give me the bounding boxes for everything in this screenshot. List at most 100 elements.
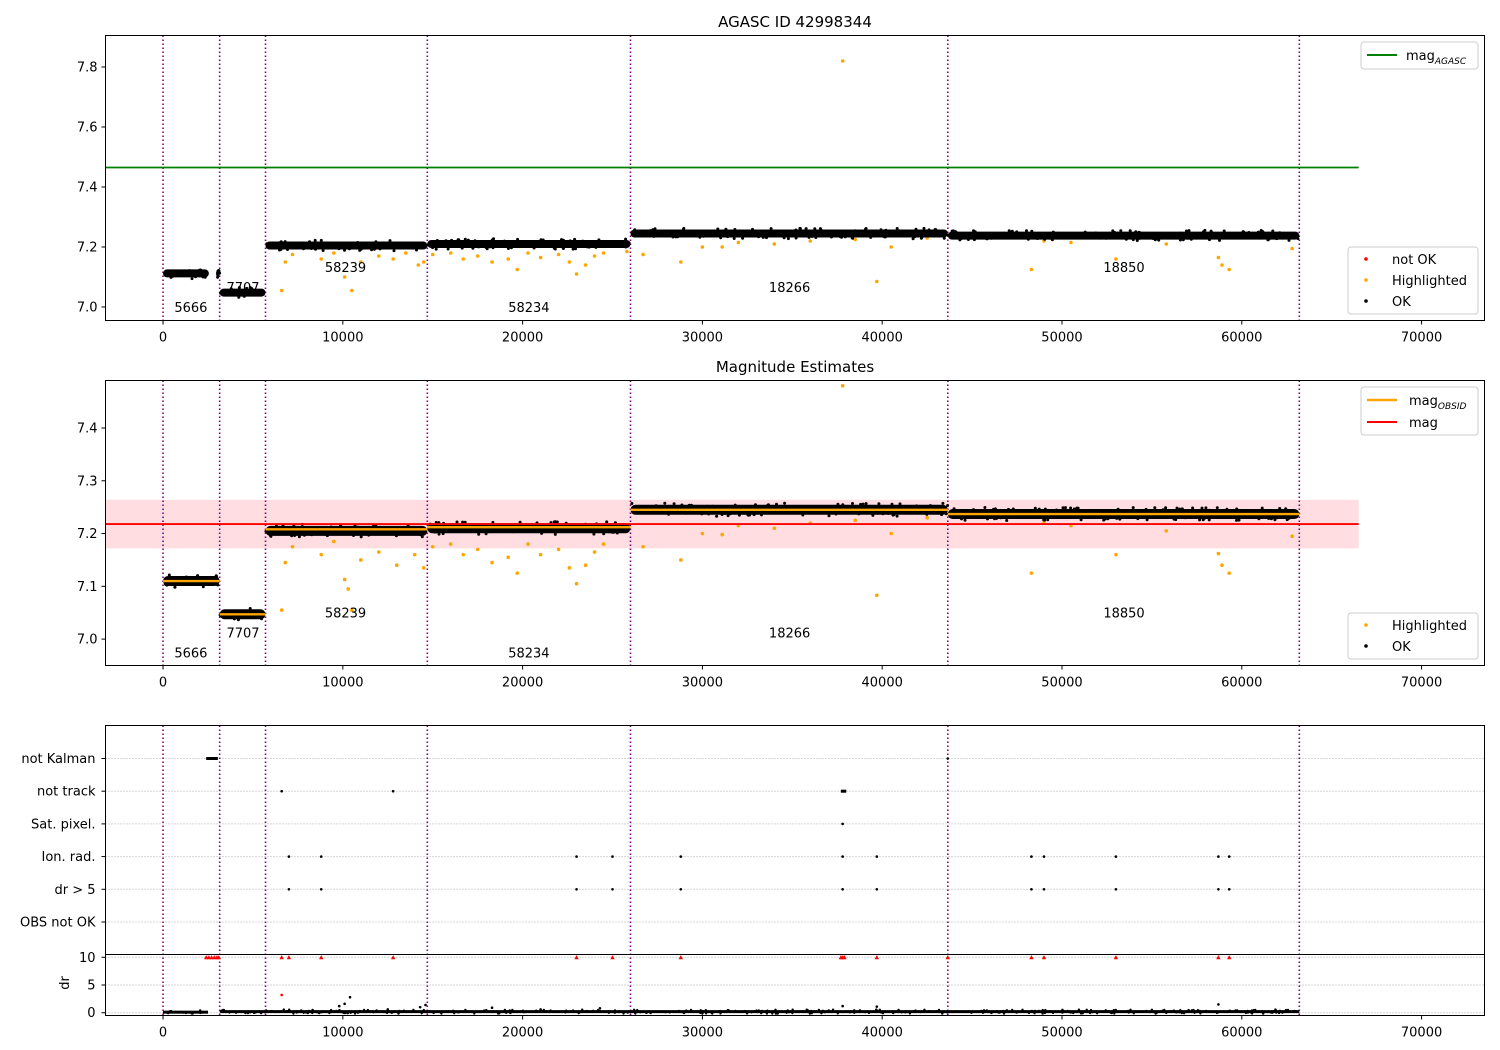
dr-ok-point	[853, 1009, 856, 1012]
ok-point	[719, 236, 723, 240]
dr-ok-point	[1069, 1011, 1072, 1014]
ok-point	[680, 503, 684, 507]
ok-point	[989, 236, 993, 240]
highlighted-point	[1220, 263, 1224, 267]
ok-point	[766, 503, 770, 507]
dr-ok-point	[880, 1011, 883, 1014]
ok-point	[516, 237, 520, 241]
flag-marker	[1030, 855, 1033, 858]
dr-ok-point	[928, 1010, 931, 1013]
highlighted-point	[346, 587, 351, 591]
dr-ok-point	[358, 1009, 361, 1013]
flag-marker	[1114, 888, 1118, 891]
dr-ok-point	[244, 1011, 247, 1015]
dr-ok-point	[222, 1008, 225, 1012]
highlighted-point	[840, 59, 845, 63]
dr-ok-point	[313, 1010, 316, 1013]
ok-point	[394, 534, 398, 538]
ok-point	[605, 520, 609, 524]
ok-point	[1122, 236, 1126, 239]
y-tick-label: 7.6	[77, 121, 98, 136]
ok-point	[484, 245, 488, 249]
highlighted-point	[1216, 255, 1221, 260]
ok-point	[1111, 229, 1115, 233]
panel-1-legend-lower: not OK Highlighted OK	[1347, 246, 1479, 315]
ok-point	[1226, 233, 1229, 237]
dr-point	[343, 1002, 346, 1006]
dr-ok-point	[1021, 1008, 1024, 1011]
ok-point	[605, 240, 609, 244]
x-tick-label: 20000	[502, 676, 543, 691]
ok-point	[171, 274, 175, 278]
ok-point	[534, 528, 538, 532]
ok-point	[506, 247, 510, 250]
dr-ok-point	[219, 1010, 222, 1013]
ok-point	[1134, 234, 1138, 238]
ok-point	[1043, 237, 1047, 241]
ok-point	[434, 247, 438, 251]
ok-point	[491, 246, 495, 250]
ok-point	[1181, 238, 1185, 242]
highlighted-point	[515, 571, 520, 575]
ok-point	[343, 248, 346, 252]
dr-clipped-marker	[319, 955, 324, 960]
dr-ok-point	[1044, 1008, 1047, 1012]
ok-point	[1220, 232, 1224, 236]
ok-point	[662, 233, 666, 237]
ok-point	[1048, 236, 1052, 240]
ok-point	[201, 585, 205, 589]
ok-point	[473, 239, 477, 243]
ok-point	[188, 269, 192, 273]
ok-point	[726, 235, 730, 239]
ok-point	[786, 237, 790, 241]
ok-point	[1043, 507, 1047, 511]
ok-point	[1006, 236, 1010, 240]
highlighted-point	[279, 288, 284, 293]
dr-ok-point	[265, 1009, 268, 1012]
ok-point	[624, 237, 628, 241]
ok-point	[814, 236, 818, 239]
ok-point	[1233, 510, 1237, 514]
ok-point	[851, 236, 855, 240]
ok-point	[1072, 233, 1076, 237]
highlighted-point	[556, 252, 561, 257]
dr-ok-point	[776, 1012, 779, 1015]
obsid-label: 18266	[769, 281, 810, 296]
obsid-label: 7707	[226, 281, 259, 296]
ok-point	[1046, 515, 1050, 519]
highlighted-point	[376, 550, 381, 554]
dr-ok-point	[965, 1010, 968, 1013]
dr-ok-point	[1169, 1010, 1172, 1013]
ok-point	[174, 270, 178, 274]
dr-ok-point	[412, 1008, 415, 1012]
ok-point	[1161, 233, 1165, 237]
ok-point	[754, 503, 757, 507]
dr-ok-point	[981, 1011, 985, 1014]
dr-ok-point	[1236, 1009, 1239, 1012]
ok-point	[337, 247, 341, 251]
dr-ok-point	[1278, 1009, 1282, 1012]
panel-magnitude-estimates: Magnitude Estimates 5666 7707 58239 58234 18…	[77, 358, 1485, 691]
ok-point	[393, 242, 397, 246]
ok-point	[724, 227, 728, 231]
ok-point	[1136, 517, 1140, 521]
ok-point	[511, 530, 515, 534]
dr-ok-point	[760, 1009, 764, 1013]
ok-point	[555, 243, 559, 247]
dr-ok-point	[982, 1009, 986, 1012]
dr-ok-point	[402, 1009, 406, 1012]
dr-ok-point	[765, 1012, 769, 1015]
x-tick-label: 30000	[682, 331, 723, 346]
ok-point	[447, 240, 451, 244]
ok-point	[941, 501, 945, 505]
y-tick-label: 7.4	[77, 181, 98, 196]
ok-point	[1113, 509, 1117, 513]
legend-2-ok: OK	[1392, 640, 1411, 655]
dr-ok-point	[613, 1009, 617, 1012]
ok-point	[377, 245, 380, 249]
dr-ok-point	[1281, 1010, 1285, 1013]
ok-point	[219, 291, 223, 295]
ok-point	[191, 269, 195, 273]
ok-point	[1083, 230, 1087, 234]
highlighted-point	[772, 526, 777, 531]
